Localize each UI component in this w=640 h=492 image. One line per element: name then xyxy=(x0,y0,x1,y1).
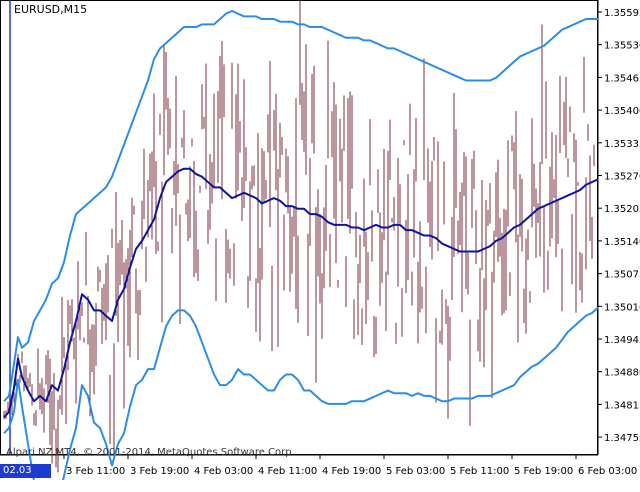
price-label: 1.35010 xyxy=(604,302,640,313)
time-label: 5 Feb 19:00 xyxy=(514,466,573,477)
time-label: 3 Feb 11:00 xyxy=(66,466,125,477)
time-label: 4 Feb 03:00 xyxy=(194,466,253,477)
time-label: 5 Feb 11:00 xyxy=(450,466,509,477)
chart-window[interactable]: 1.35595 1.35530 1.35465 1.35400 1.35335 1.352… xyxy=(0,0,640,492)
time-label: 6 Feb 03:00 xyxy=(578,466,637,477)
symbol-label: EURUSD,M15 xyxy=(14,3,88,16)
time-label: 5 Feb 03:00 xyxy=(386,466,445,477)
price-chart[interactable]: 1.35595 1.35530 1.35465 1.35400 1.35335 1.352… xyxy=(0,0,640,492)
start-time-tag: 02.03 04:15 xyxy=(0,464,51,490)
price-label: 1.34880 xyxy=(604,368,640,379)
price-label: 1.34945 xyxy=(604,335,640,346)
time-label: 4 Feb 11:00 xyxy=(258,466,317,477)
price-label: 1.35595 xyxy=(604,8,640,19)
price-label: 1.34815 xyxy=(604,400,640,411)
price-label: 1.35530 xyxy=(604,41,640,52)
price-label: 1.34755 xyxy=(604,433,640,444)
price-label: 1.35270 xyxy=(604,172,640,183)
price-label: 1.35205 xyxy=(604,204,640,215)
price-label: 1.35465 xyxy=(604,73,640,84)
price-label: 1.35335 xyxy=(604,139,640,150)
time-label: 4 Feb 19:00 xyxy=(322,466,381,477)
time-label: 3 Feb 19:00 xyxy=(130,466,189,477)
price-label: 1.35140 xyxy=(604,237,640,248)
copyright-text: Alpari NZ MT4, © 2001-2014, MetaQuotes S… xyxy=(6,447,295,458)
price-label: 1.35400 xyxy=(604,106,640,117)
price-label: 1.35075 xyxy=(604,270,640,281)
